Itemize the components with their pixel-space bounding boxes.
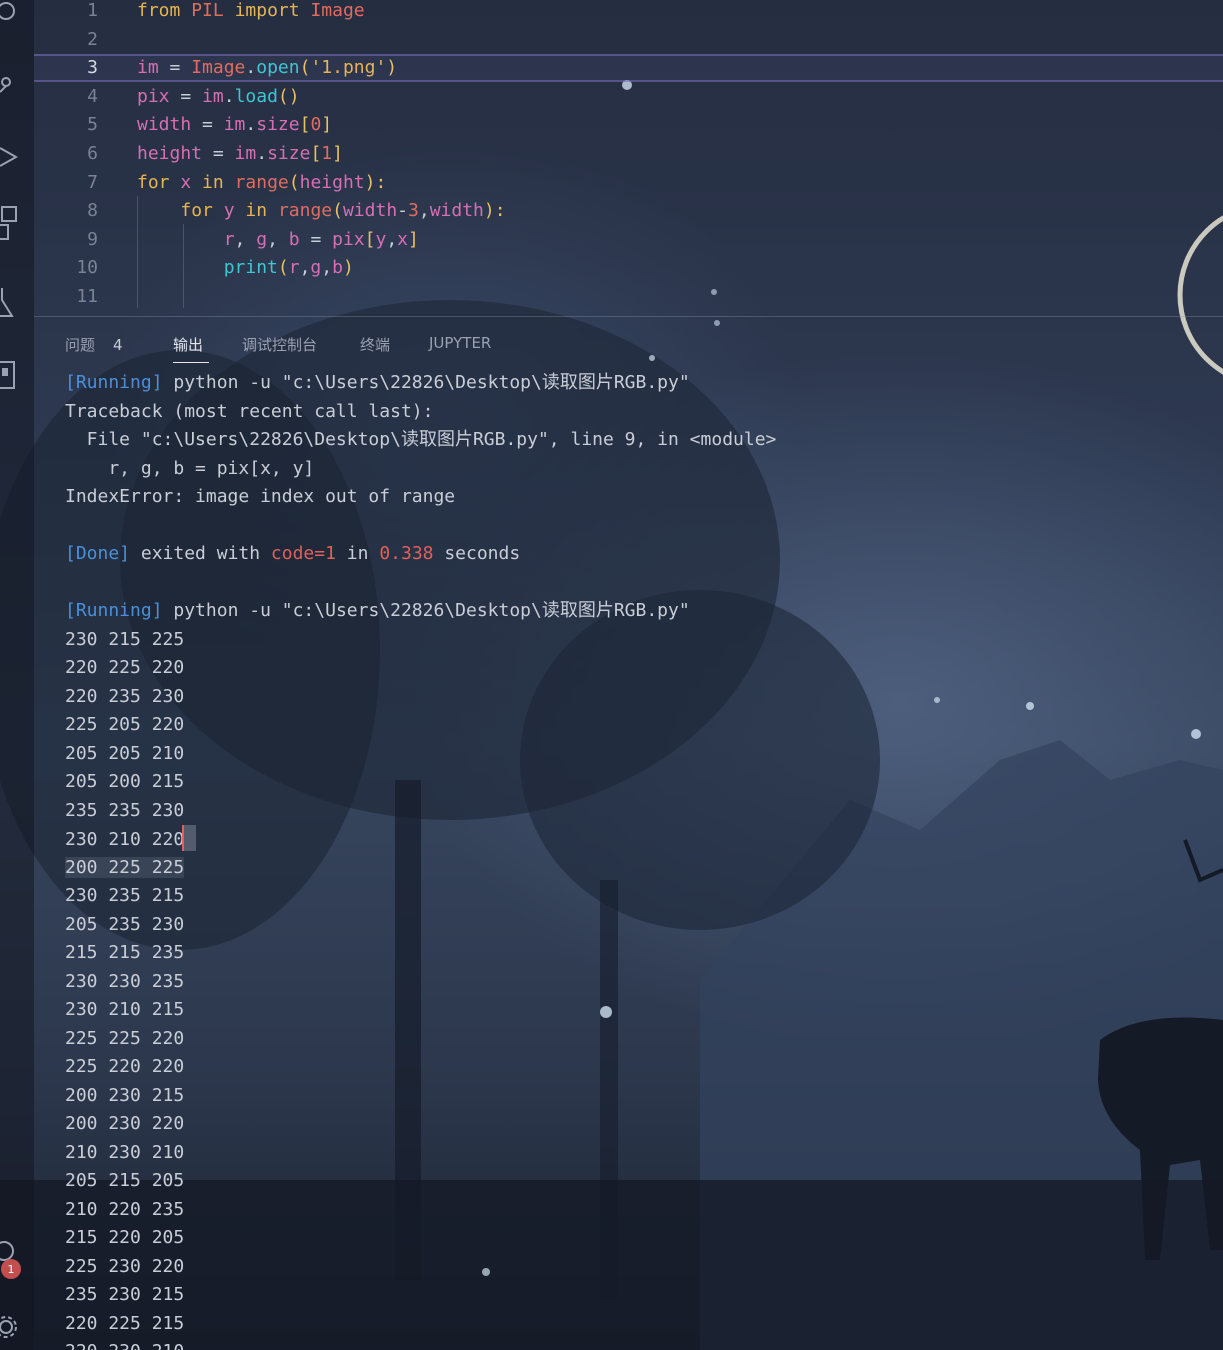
output-line: 220 225 215	[65, 1312, 185, 1334]
extensions-icon[interactable]	[0, 206, 22, 240]
output-line: 200 230 215	[65, 1084, 185, 1106]
output-line: 230 210 215	[65, 999, 185, 1020]
code-text: height = im.size[1]	[137, 143, 343, 164]
panel-tabs: 问题 4 输出 调试控制台 终端 JUPYTER	[34, 326, 1223, 366]
output-line: 215 220 205	[65, 1227, 185, 1248]
code-line[interactable]: 2	[34, 26, 1223, 54]
output-line: [Running] python -u "c:\Users\22826\Desk…	[65, 600, 690, 621]
vscode-window: 1 1 from PIL import Image 2 3 im = Image.ope…	[0, 0, 1223, 1350]
output-line: 205 235 230	[65, 913, 185, 935]
code-editor[interactable]: 1 from PIL import Image 2 3 im = Image.open(…	[34, 0, 1223, 316]
tab-problems[interactable]: 问题 4	[65, 334, 123, 355]
line-number: 10	[76, 257, 98, 279]
code-text: for y in range(width-3,width):	[180, 200, 506, 222]
line-number: 1	[87, 0, 98, 21]
code-text: width = im.size[0]	[137, 114, 333, 136]
line-number: 7	[87, 171, 98, 193]
output-line: Traceback (most recent call last):	[65, 400, 434, 422]
code-text: im = Image.open('1.png')	[137, 57, 398, 79]
output-line: 235 230 215	[65, 1284, 185, 1305]
code-text: r, g, b = pix[y,x]	[223, 228, 419, 250]
output-line: 205 215 205	[65, 1170, 185, 1191]
code-line[interactable]: 4 pix = im.load()	[34, 83, 1223, 111]
active-tab-indicator	[173, 362, 209, 363]
tab-terminal[interactable]: 终端	[360, 334, 390, 355]
problems-count: 4	[113, 336, 123, 354]
tab-output-label: 输出	[173, 336, 204, 354]
activity-bar: 1	[0, 0, 34, 1350]
code-line[interactable]: 10 print(r,g,b)	[34, 254, 1223, 282]
tab-output[interactable]: 输出	[173, 334, 203, 355]
line-number: 9	[87, 228, 98, 250]
tab-problems-label: 问题	[65, 336, 96, 354]
tab-debug-console-label: 调试控制台	[242, 336, 318, 354]
output-line: 205 200 215	[65, 771, 185, 792]
output-line: 220 235 230	[65, 685, 185, 707]
output-line: 220 230 210	[65, 1338, 1223, 1350]
code-text: for x in range(height):	[137, 171, 387, 193]
line-number: 3	[87, 57, 98, 79]
output-line: 205 205 210	[65, 742, 185, 764]
code-line[interactable]: 3 im = Image.open('1.png')	[34, 54, 1223, 83]
code-text: from PIL import Image	[137, 0, 365, 21]
source-control-icon[interactable]	[0, 74, 22, 96]
output-line: 230 230 235	[65, 970, 185, 992]
output-line: 210 230 210	[65, 1141, 185, 1163]
output-line: 235 235 230	[65, 799, 185, 821]
code-line[interactable]: 7 for x in range(height):	[34, 169, 1223, 197]
output-line: File "c:\Users\22826\Desktop\读取图片RGB.py"…	[65, 429, 777, 450]
search-icon[interactable]	[0, 2, 22, 24]
tab-terminal-label: 终端	[360, 336, 391, 354]
line-number: 6	[87, 143, 98, 164]
code-text: print(r,g,b)	[223, 257, 354, 279]
output-line: [Done] exited with code=1 in 0.338 secon…	[65, 543, 521, 564]
output-line: 225 220 220	[65, 1056, 185, 1077]
tab-debug-console[interactable]: 调试控制台	[242, 334, 317, 355]
output-line: 230 215 225	[65, 628, 185, 650]
output-line: 225 230 220	[65, 1255, 185, 1277]
tab-jupyter[interactable]: JUPYTER	[429, 334, 491, 352]
code-line[interactable]: 9 r, g, b = pix[y,x]	[34, 226, 1223, 254]
line-number: 11	[76, 286, 98, 307]
line-number: 4	[87, 85, 98, 107]
line-number: 8	[87, 200, 98, 222]
panel-separator[interactable]	[34, 316, 1223, 317]
output-line: 200 230 220	[65, 1113, 185, 1134]
output-line: 200 225 225	[65, 856, 185, 878]
output-line: 230 210 220	[65, 825, 1223, 854]
code-line[interactable]: 8 for y in range(width-3,width):	[34, 197, 1223, 225]
code-line[interactable]: 5 width = im.size[0]	[34, 111, 1223, 139]
output-line: 215 215 235	[65, 942, 185, 963]
code-text: pix = im.load()	[137, 85, 300, 107]
tab-jupyter-label: JUPYTER	[429, 334, 492, 352]
text-cursor	[182, 825, 197, 851]
line-number: 5	[87, 114, 98, 136]
output-line: 225 225 220	[65, 1027, 185, 1049]
output-line: 210 220 235	[65, 1198, 185, 1220]
code-line[interactable]: 11	[34, 283, 1223, 311]
settings-gear-icon[interactable]	[0, 1316, 22, 1338]
line-number: 2	[87, 28, 98, 50]
output-line: r, g, b = pix[x, y]	[65, 457, 315, 479]
run-debug-icon[interactable]	[0, 146, 22, 168]
testing-icon[interactable]	[0, 288, 22, 317]
output-line: 230 235 215	[65, 885, 185, 906]
output-line: 225 205 220	[65, 714, 185, 735]
remote-explorer-icon[interactable]	[0, 361, 22, 389]
output-line: 220 225 220	[65, 657, 185, 678]
output-panel[interactable]: [Running] python -u "c:\Users\22826\Desk…	[65, 369, 1223, 1350]
code-line[interactable]: 1 from PIL import Image	[34, 0, 1223, 25]
output-line: [Running] python -u "c:\Users\22826\Desk…	[65, 372, 690, 393]
account-badge: 1	[1, 1259, 21, 1279]
output-line: IndexError: image index out of range	[65, 486, 456, 507]
code-line[interactable]: 6 height = im.size[1]	[34, 140, 1223, 168]
